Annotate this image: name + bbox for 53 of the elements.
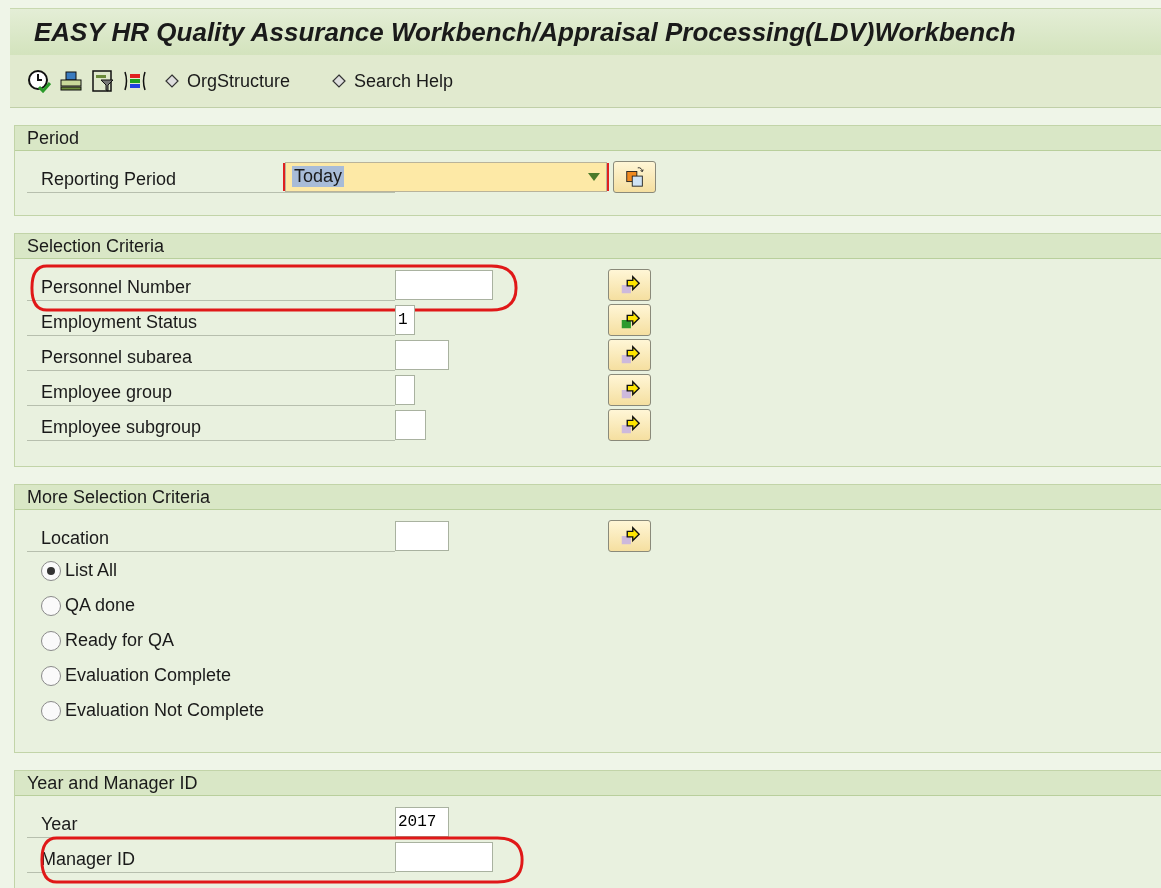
- radio-button[interactable]: [41, 665, 61, 686]
- input-field[interactable]: [395, 339, 449, 370]
- multiple-selection-button[interactable]: [608, 338, 651, 371]
- radio-option[interactable]: Ready for QA: [27, 623, 1161, 658]
- multiple-selection-button[interactable]: [608, 408, 651, 441]
- diamond-icon: [332, 74, 347, 88]
- input-field[interactable]: [395, 520, 449, 551]
- field-label: Manager ID: [27, 846, 395, 873]
- multiple-selection-button[interactable]: [608, 519, 651, 552]
- multiple-selection-button[interactable]: [608, 303, 651, 336]
- filter-icon[interactable]: [91, 69, 115, 93]
- radio-option[interactable]: Evaluation Complete: [27, 658, 1161, 693]
- field-label: Employee group: [27, 379, 395, 406]
- period-options-button[interactable]: [613, 160, 656, 193]
- section-title: More Selection Criteria: [27, 486, 211, 508]
- field-label: Location: [27, 525, 395, 552]
- radio-label: QA done: [65, 595, 136, 616]
- input-field[interactable]: [395, 374, 415, 405]
- clock-icon[interactable]: [27, 69, 51, 93]
- radio-label: Ready for QA: [65, 630, 175, 651]
- input-field[interactable]: [395, 841, 493, 872]
- printer-icon[interactable]: [59, 69, 83, 93]
- copy-icon: [623, 165, 646, 188]
- input-field[interactable]: 2017: [395, 806, 449, 837]
- field-label: Personnel Number: [27, 274, 395, 301]
- section-title: Year and Manager ID: [27, 772, 198, 794]
- radio-option[interactable]: QA done: [27, 588, 1161, 623]
- diamond-icon: [165, 74, 179, 88]
- radio-label: Evaluation Complete: [65, 665, 232, 686]
- radio-button[interactable]: [41, 595, 61, 616]
- radio-label: Evaluation Not Complete: [65, 700, 265, 721]
- field-label: Employment Status: [27, 309, 395, 336]
- caret-icon: [588, 172, 600, 181]
- radio-label: List All: [65, 560, 118, 581]
- input-field[interactable]: [395, 269, 493, 300]
- field-label: Personnel subarea: [27, 344, 395, 371]
- toolbar-button[interactable]: OrgStructure: [155, 70, 301, 92]
- section-title: Period: [27, 127, 80, 149]
- input-field[interactable]: [395, 409, 426, 440]
- window-title: EASY HR Quality Assurance Workbench/Appraisal Processing(LDV)Workbench: [34, 16, 1016, 48]
- radio-button[interactable]: [41, 700, 61, 721]
- toolbar-button[interactable]: Search Help: [322, 70, 464, 92]
- radio-button[interactable]: [41, 560, 61, 581]
- section-title: Selection Criteria: [27, 235, 165, 257]
- multiple-selection-button[interactable]: [608, 268, 651, 301]
- radio-button[interactable]: [41, 630, 61, 651]
- multiple-selection-button[interactable]: [608, 373, 651, 406]
- reporting-period-dropdown[interactable]: Today: [285, 161, 607, 192]
- field-label: Employee subgroup: [27, 414, 395, 441]
- layout-icon[interactable]: [123, 69, 147, 93]
- input-field[interactable]: 1: [395, 304, 415, 335]
- radio-option[interactable]: Evaluation Not Complete: [27, 693, 1161, 728]
- radio-option[interactable]: List All: [27, 553, 1161, 588]
